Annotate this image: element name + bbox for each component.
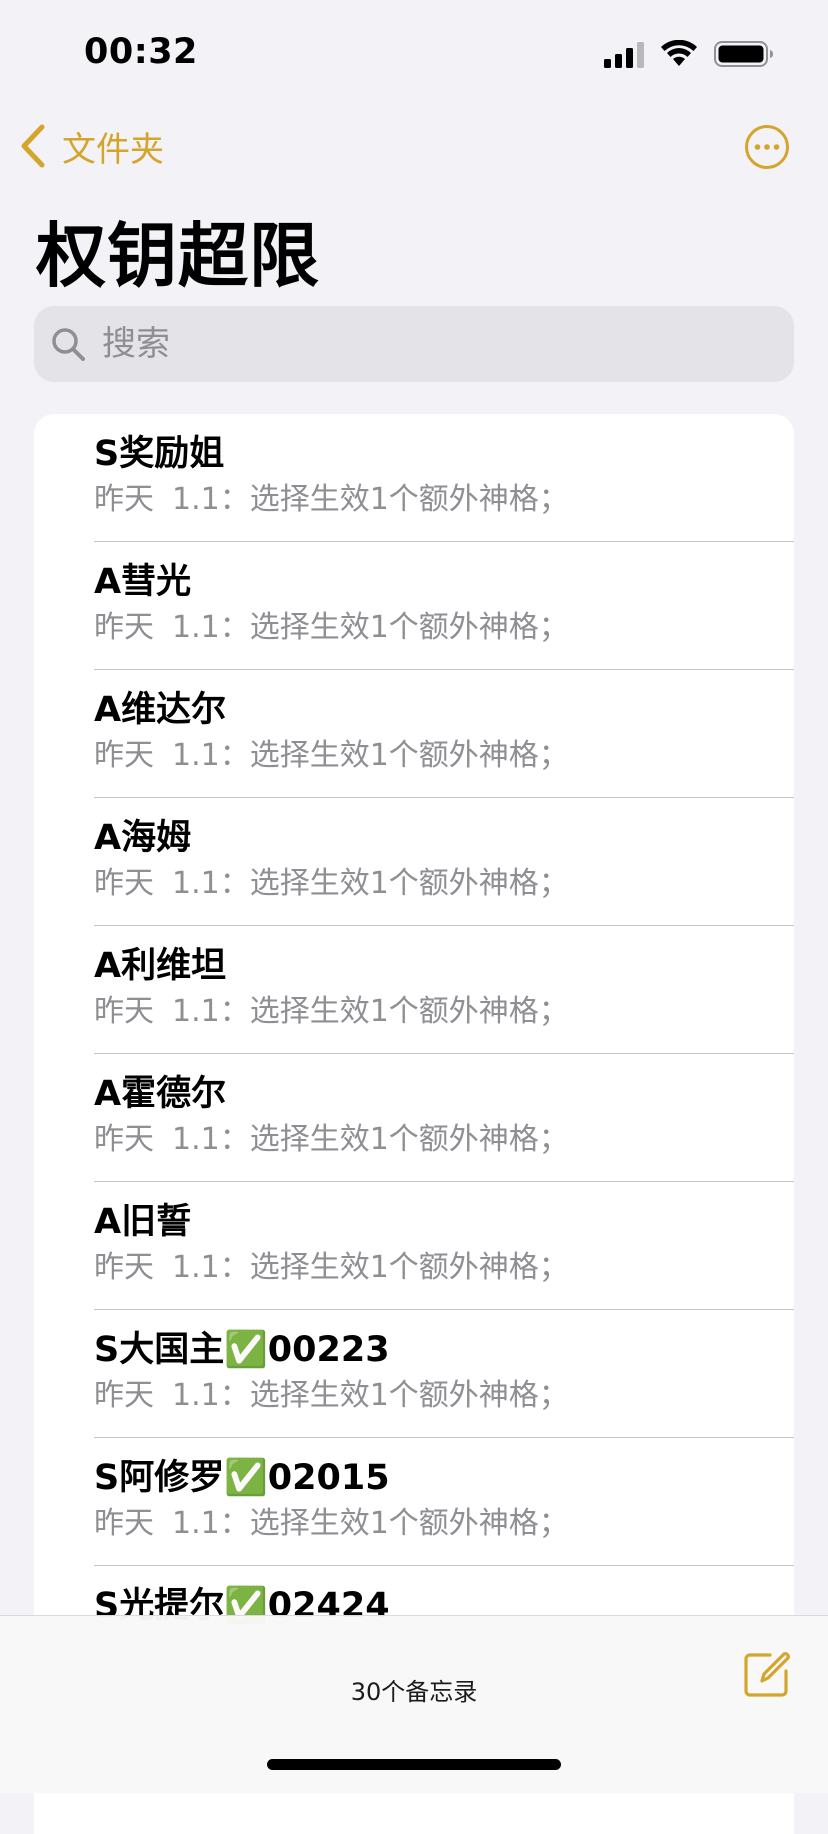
note-preview: 1.1：选择生效1个额外神格；	[172, 994, 569, 1029]
note-title: A海姆	[94, 818, 192, 858]
wifi-icon	[661, 40, 697, 66]
note-title: A维达尔	[94, 690, 227, 730]
note-meta: 昨天 1.1：选择生效1个额外神格；	[94, 1248, 569, 1288]
note-preview: 1.1：选择生效1个额外神格；	[172, 1122, 569, 1157]
battery-icon	[714, 41, 773, 67]
status-time: 00:32	[84, 32, 198, 72]
back-label: 文件夹	[62, 129, 164, 170]
list-item[interactable]: S奖励姐 昨天 1.1：选择生效1个额外神格；	[34, 414, 794, 542]
note-meta: 昨天 1.1：选择生效1个额外神格；	[94, 1120, 569, 1160]
more-options-icon[interactable]	[744, 124, 790, 170]
note-date: 昨天	[94, 482, 154, 517]
list-item[interactable]: A利维坦 昨天 1.1：选择生效1个额外神格；	[34, 926, 794, 1054]
chevron-left-icon	[21, 124, 45, 168]
list-item[interactable]: S大国主✅00223 昨天 1.1：选择生效1个额外神格；	[34, 1310, 794, 1438]
note-title: S大国主✅00223	[94, 1330, 390, 1370]
back-button[interactable]: 文件夹	[18, 120, 164, 172]
note-date: 昨天	[94, 1378, 154, 1413]
note-meta: 昨天 1.1：选择生效1个额外神格；	[94, 992, 569, 1032]
home-indicator	[267, 1759, 561, 1770]
search-icon	[52, 328, 85, 361]
note-title: A霍德尔	[94, 1074, 227, 1114]
note-preview: 1.1：选择生效1个额外神格；	[172, 866, 569, 901]
note-date: 昨天	[94, 738, 154, 773]
list-item[interactable]: A旧誓 昨天 1.1：选择生效1个额外神格；	[34, 1182, 794, 1310]
note-title: A利维坦	[94, 946, 227, 986]
note-title: A旧誓	[94, 1202, 192, 1242]
note-date: 昨天	[94, 994, 154, 1029]
status-bar: 00:32	[0, 0, 828, 100]
search-input[interactable]	[100, 323, 744, 365]
list-item[interactable]: A霍德尔 昨天 1.1：选择生效1个额外神格；	[34, 1054, 794, 1182]
note-meta: 昨天 1.1：选择生效1个额外神格；	[94, 608, 569, 648]
compose-icon[interactable]	[742, 1649, 792, 1699]
search-bar[interactable]	[34, 306, 794, 382]
list-item[interactable]: S阿修罗✅02015 昨天 1.1：选择生效1个额外神格；	[34, 1438, 794, 1566]
note-meta: 昨天 1.1：选择生效1个额外神格；	[94, 864, 569, 904]
list-item[interactable]: A彗光 昨天 1.1：选择生效1个额外神格；	[34, 542, 794, 670]
note-title: S奖励姐	[94, 434, 225, 474]
note-date: 昨天	[94, 866, 154, 901]
note-date: 昨天	[94, 1122, 154, 1157]
note-preview: 1.1：选择生效1个额外神格；	[172, 482, 569, 517]
cellular-signal-icon	[604, 42, 644, 68]
note-date: 昨天	[94, 1250, 154, 1285]
note-meta: 昨天 1.1：选择生效1个额外神格；	[94, 480, 569, 520]
list-item[interactable]: A维达尔 昨天 1.1：选择生效1个额外神格；	[34, 670, 794, 798]
list-item[interactable]: A海姆 昨天 1.1：选择生效1个额外神格；	[34, 798, 794, 926]
note-meta: 昨天 1.1：选择生效1个额外神格；	[94, 736, 569, 776]
note-preview: 1.1：选择生效1个额外神格；	[172, 1506, 569, 1541]
note-count: 30个备忘录	[350, 1678, 478, 1706]
note-date: 昨天	[94, 1506, 154, 1541]
note-meta: 昨天 1.1：选择生效1个额外神格；	[94, 1376, 569, 1416]
page-title: 权钥超限	[36, 215, 320, 297]
note-date: 昨天	[94, 610, 154, 645]
note-title: A彗光	[94, 562, 192, 602]
note-preview: 1.1：选择生效1个额外神格；	[172, 738, 569, 773]
note-title: S阿修罗✅02015	[94, 1458, 390, 1498]
note-meta: 昨天 1.1：选择生效1个额外神格；	[94, 1504, 569, 1544]
note-preview: 1.1：选择生效1个额外神格；	[172, 610, 569, 645]
note-preview: 1.1：选择生效1个额外神格；	[172, 1378, 569, 1413]
note-preview: 1.1：选择生效1个额外神格；	[172, 1250, 569, 1285]
